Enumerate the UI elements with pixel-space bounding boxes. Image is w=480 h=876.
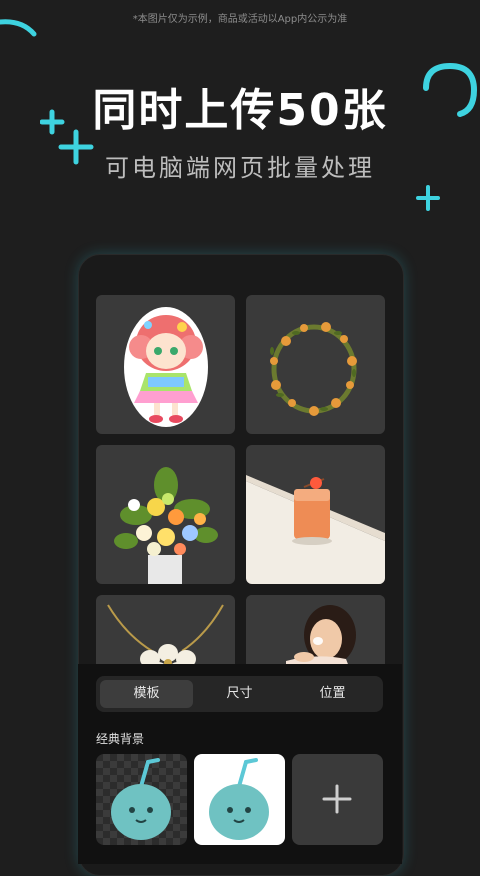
anime-girl-sticker-icon: [124, 307, 208, 427]
tab-template[interactable]: 模板: [100, 680, 193, 708]
image-tile-wreath[interactable]: [246, 295, 385, 434]
background-option-transparent[interactable]: [96, 754, 187, 845]
editor-panel: 模板 尺寸 位置 经典背景: [78, 664, 402, 864]
image-tile-bouquet[interactable]: [96, 445, 235, 584]
coconut-drink-icon: [111, 758, 171, 840]
tab-position[interactable]: 位置: [286, 680, 379, 708]
image-tile-drink[interactable]: [246, 445, 385, 584]
section-title: 经典背景: [96, 732, 145, 746]
headline: 同时上传50张: [92, 85, 388, 136]
flower-bouquet-icon: [114, 467, 218, 584]
add-background-button[interactable]: [292, 754, 383, 845]
orange-drink-glass-icon: [246, 475, 385, 584]
coconut-drink-icon: [209, 758, 269, 840]
flower-wreath-icon: [270, 322, 357, 416]
tab-size[interactable]: 尺寸: [193, 680, 286, 708]
arc-decoration-top-left-icon: [0, 19, 37, 37]
background-option-white[interactable]: [194, 754, 285, 845]
plus-icon: [322, 784, 352, 814]
subline: 可电脑端网页批量处理: [105, 154, 375, 182]
disclaimer: *本图片仅为示例，商品或活动以App内公示为准: [132, 14, 348, 25]
image-tile-anime-girl[interactable]: [96, 295, 235, 434]
tab-bar: 模板 尺寸 位置: [96, 676, 383, 712]
small-plus-decoration-icon: [416, 185, 440, 211]
